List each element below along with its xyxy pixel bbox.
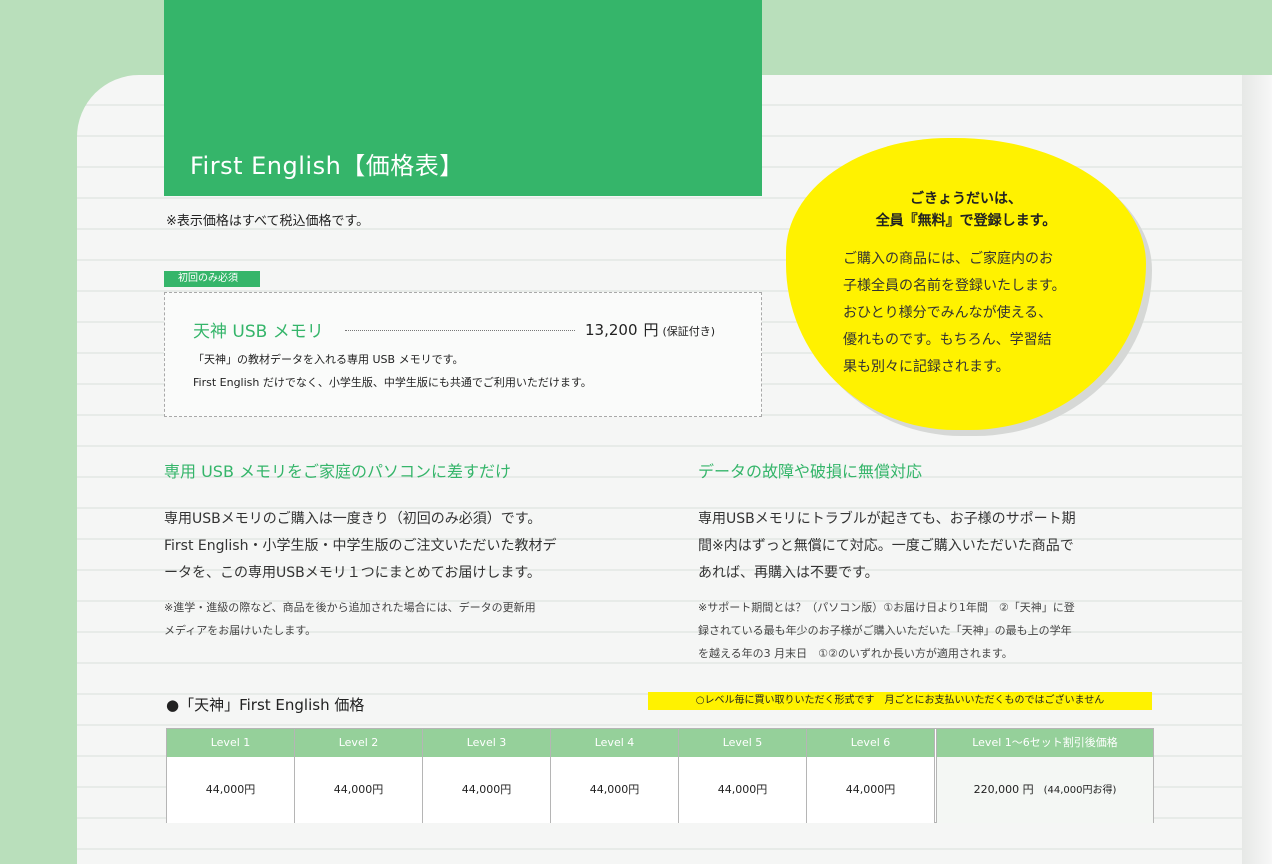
table-header-level-2: Level 2 (295, 729, 422, 757)
table-divider (422, 729, 423, 823)
section-note-line: ※進学・進級の際など、商品を後から追加された場合には、データの更新用 (164, 601, 536, 614)
section-note-line: ※サポート期間とは？（パソコン版）①お届け日より1年間 ②「天神」に登 (698, 601, 1075, 614)
price-note: (保証付き) (662, 325, 716, 338)
table-divider (934, 729, 935, 823)
purchase-format-note: ○レベル毎に買い取りいただく形式です 月ごとにお支払いいただくものではございませ… (648, 692, 1152, 710)
section-paragraph-line: ータを、この専用USBメモリ１つにまとめてお届けします。 (164, 565, 541, 581)
section-note-line: メディアをお届けいたします。 (164, 624, 317, 637)
section-note-line: を越える年の3 月末日 ①②のいずれか長い方が適用されます。 (698, 647, 1013, 660)
section-title-usb: 専用 USB メモリをご家庭のパソコンに差すだけ (164, 462, 512, 481)
table-cell-price: 44,000円 (551, 757, 678, 823)
required-tag: 初回のみ必須 (164, 271, 260, 287)
table-header-level-5: Level 5 (679, 729, 806, 757)
section-paragraph-line: 間※内はずっと無償にて対応。一度ご購入いただいた商品で (698, 538, 1074, 554)
price-table: Level 1 Level 2 Level 3 Level 4 Level 5 … (166, 728, 1154, 823)
product-price: 13,200 円 (保証付き) (585, 319, 715, 340)
table-cell-price: 44,000円 (423, 757, 550, 823)
table-cell-price: 44,000円 (807, 757, 934, 823)
table-header-level-3: Level 3 (423, 729, 550, 757)
table-header-level-4: Level 4 (551, 729, 678, 757)
tax-note: ※表示価格はすべて税込価格です。 (166, 214, 370, 229)
section-paragraph-line: あれば、再購入は不要です。 (698, 565, 879, 581)
table-header-set-price: Level 1〜6セット割引後価格 (937, 729, 1153, 757)
section-note-line: 録されている最も年少のお子様がご購入いただいた「天神」の最も上の学年 (698, 624, 1072, 637)
total-savings-note: (44,000円お得) (1043, 785, 1117, 796)
bubble-headline: 全員『無料』で登録します。 (875, 213, 1057, 229)
price-value: 13,200 (585, 321, 638, 339)
bubble-text: ご購入の商品には、ご家庭内のお (843, 251, 1053, 267)
section-title-support: データの故障や破損に無償対応 (698, 462, 923, 481)
total-price: 220,000 円 (973, 783, 1034, 796)
table-divider (550, 729, 551, 823)
sheet-edge (1242, 75, 1272, 864)
dotted-leader (345, 330, 575, 331)
bubble-text: 果も別々に記録されます。 (843, 359, 1010, 375)
table-divider (806, 729, 807, 823)
table-cell-price: 44,000円 (295, 757, 422, 823)
section-paragraph-line: First English・小学生版・中学生版のご注文いただいた教材デ (164, 538, 557, 554)
product-desc-line: First English だけでなく、小学生版、中学生版にも共通でご利用いただ… (193, 376, 592, 389)
product-desc-line: 「天神」の教材データを入れる専用 USB メモリです。 (193, 353, 464, 366)
table-divider (294, 729, 295, 823)
product-box: 天神 USB メモリ 13,200 円 (保証付き) 「天神」の教材データを入れる専… (164, 292, 762, 417)
price-yen: 円 (643, 321, 659, 339)
table-cell-price: 44,000円 (679, 757, 806, 823)
table-title: ●「天神」First English 価格 (166, 696, 365, 714)
table-header-level-6: Level 6 (807, 729, 934, 757)
header-banner: First English【価格表】 (164, 0, 762, 196)
bubble-headline: ごきょうだいは、 (910, 191, 1022, 207)
table-divider (936, 729, 937, 823)
section-paragraph-line: 専用USBメモリにトラブルが起きても、お子様のサポート期 (698, 511, 1076, 527)
bubble-text: おひとり様分でみんなが使える、 (843, 305, 1053, 321)
page-title: First English【価格表】 (190, 152, 464, 180)
table-header-level-1: Level 1 (167, 729, 294, 757)
product-name: 天神 USB メモリ (193, 322, 324, 342)
bubble-text: 子様全員の名前を登録いたします。 (843, 278, 1066, 294)
table-cell-price: 44,000円 (167, 757, 294, 823)
table-divider (678, 729, 679, 823)
section-paragraph-line: 専用USBメモリのご購入は一度きり（初回のみ必須）です。 (164, 511, 542, 527)
table-cell-total: 220,000 円 (44,000円お得) (937, 757, 1153, 823)
bubble-text: 優れものです。もちろん、学習結 (843, 332, 1052, 348)
